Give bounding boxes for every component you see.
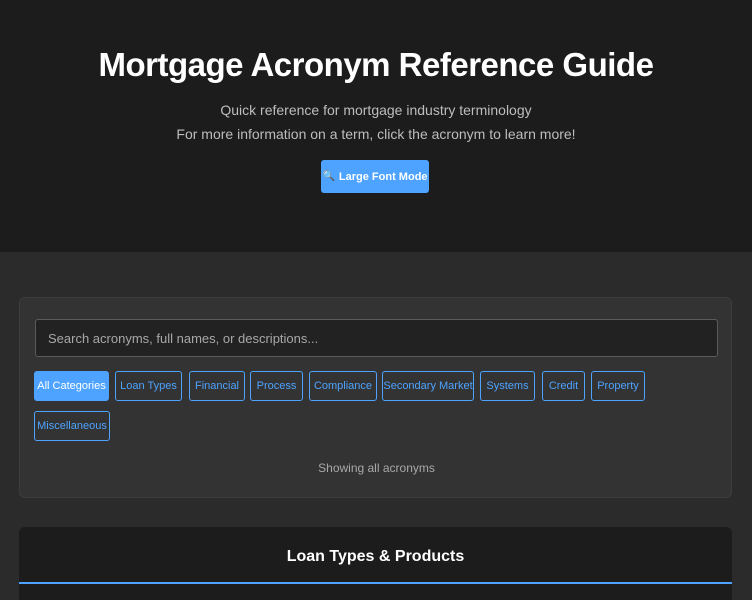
search-filter-panel: All Categories Loan Types Financial Proc…: [19, 297, 732, 498]
filter-secondary-market[interactable]: Secondary Market: [382, 371, 474, 401]
filter-financial[interactable]: Financial: [189, 371, 245, 401]
filter-credit[interactable]: Credit: [542, 371, 585, 401]
filter-process[interactable]: Process: [250, 371, 303, 401]
filter-all-categories[interactable]: All Categories: [34, 371, 109, 401]
filter-miscellaneous[interactable]: Miscellaneous: [34, 411, 110, 441]
magnifier-icon: 🔍: [322, 171, 335, 182]
page-subtitle: Quick reference for mortgage industry te…: [220, 102, 532, 118]
filter-property[interactable]: Property: [591, 371, 645, 401]
large-font-mode-button[interactable]: 🔍 Large Font Mode: [321, 160, 429, 193]
section-title: Loan Types & Products: [286, 548, 465, 565]
large-font-mode-label: Large Font Mode: [338, 170, 428, 183]
section-loan-types: Loan Types & Products: [19, 527, 732, 600]
page-header: Mortgage Acronym Reference Guide Quick r…: [0, 0, 752, 252]
search-input[interactable]: [35, 319, 718, 357]
section-divider: [19, 582, 732, 584]
filter-loan-types[interactable]: Loan Types: [115, 371, 182, 401]
filter-systems[interactable]: Systems: [480, 371, 535, 401]
page-instructions: For more information on a term, click th…: [176, 126, 576, 142]
page-title: Mortgage Acronym Reference Guide: [98, 46, 654, 83]
filter-compliance[interactable]: Compliance: [309, 371, 377, 401]
results-status: Showing all acronyms: [318, 461, 435, 475]
